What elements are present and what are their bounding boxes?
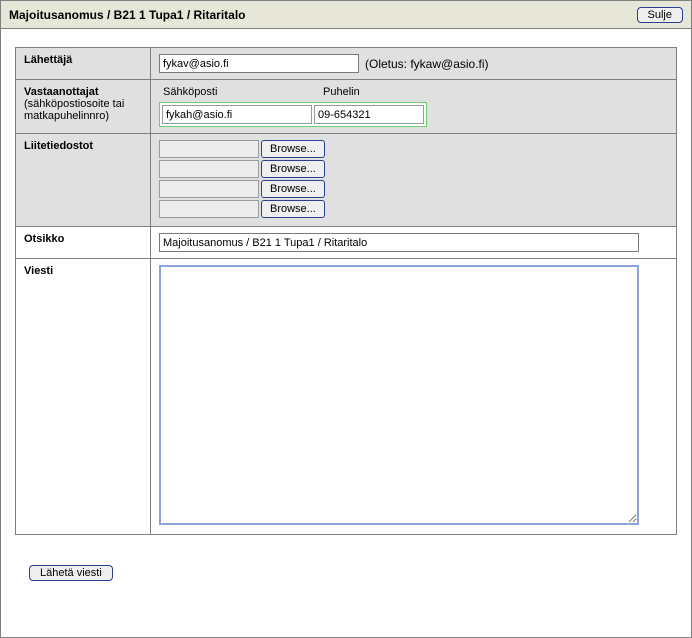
- row-attachments: Liitetiedostot Browse... Browse... Brows…: [16, 134, 677, 227]
- browse-button-1[interactable]: Browse...: [261, 140, 325, 158]
- file-display-3: [159, 180, 259, 198]
- subject-input[interactable]: [159, 233, 639, 252]
- browse-button-4[interactable]: Browse...: [261, 200, 325, 218]
- file-row-4: Browse...: [159, 200, 668, 218]
- send-row: Lähetä viesti: [15, 565, 677, 581]
- row-subject: Otsikko: [16, 227, 677, 259]
- file-row-1: Browse...: [159, 140, 668, 158]
- cell-recipients: Sähköposti Puhelin: [151, 80, 677, 134]
- label-subject: Otsikko: [16, 227, 151, 259]
- send-button[interactable]: Lähetä viesti: [29, 565, 113, 581]
- file-row-2: Browse...: [159, 160, 668, 178]
- message-textarea[interactable]: [159, 265, 639, 525]
- recipient-email-input[interactable]: [162, 105, 312, 124]
- file-display-1: [159, 140, 259, 158]
- file-display-2: [159, 160, 259, 178]
- label-recipients-sub: (sähköpostiosoite tai matkapuhelinnro): [24, 98, 124, 122]
- sender-default-note: (Oletus: fykaw@asio.fi): [365, 57, 489, 71]
- label-attachments: Liitetiedostot: [16, 134, 151, 227]
- file-display-4: [159, 200, 259, 218]
- close-button[interactable]: Sulje: [637, 7, 683, 23]
- row-sender: Lähettäjä (Oletus: fykaw@asio.fi): [16, 48, 677, 80]
- file-row-3: Browse...: [159, 180, 668, 198]
- row-recipients: Vastaanottajat (sähköpostiosoite tai mat…: [16, 80, 677, 134]
- cell-subject: [151, 227, 677, 259]
- label-recipients: Vastaanottajat (sähköpostiosoite tai mat…: [16, 80, 151, 134]
- label-message: Viesti: [16, 259, 151, 535]
- browse-button-2[interactable]: Browse...: [261, 160, 325, 178]
- label-recipients-text: Vastaanottajat: [24, 86, 99, 98]
- dialog-title: Majoitusanomus / B21 1 Tupa1 / Ritarital…: [9, 8, 246, 22]
- row-message: Viesti: [16, 259, 677, 535]
- cell-sender: (Oletus: fykaw@asio.fi): [151, 48, 677, 80]
- cell-message: [151, 259, 677, 535]
- dialog-content: Lähettäjä (Oletus: fykaw@asio.fi) Vastaa…: [1, 29, 691, 591]
- form-table: Lähettäjä (Oletus: fykaw@asio.fi) Vastaa…: [15, 47, 677, 535]
- recipient-phone-input[interactable]: [314, 105, 424, 124]
- label-sender: Lähettäjä: [16, 48, 151, 80]
- cell-attachments: Browse... Browse... Browse... Browse...: [151, 134, 677, 227]
- recipients-input-group: [159, 102, 427, 127]
- sender-input[interactable]: [159, 54, 359, 73]
- dialog-window: Majoitusanomus / B21 1 Tupa1 / Ritarital…: [0, 0, 692, 638]
- titlebar: Majoitusanomus / B21 1 Tupa1 / Ritarital…: [1, 1, 691, 29]
- recipients-phone-header: Puhelin: [323, 86, 433, 98]
- recipients-email-header: Sähköposti: [163, 86, 313, 98]
- browse-button-3[interactable]: Browse...: [261, 180, 325, 198]
